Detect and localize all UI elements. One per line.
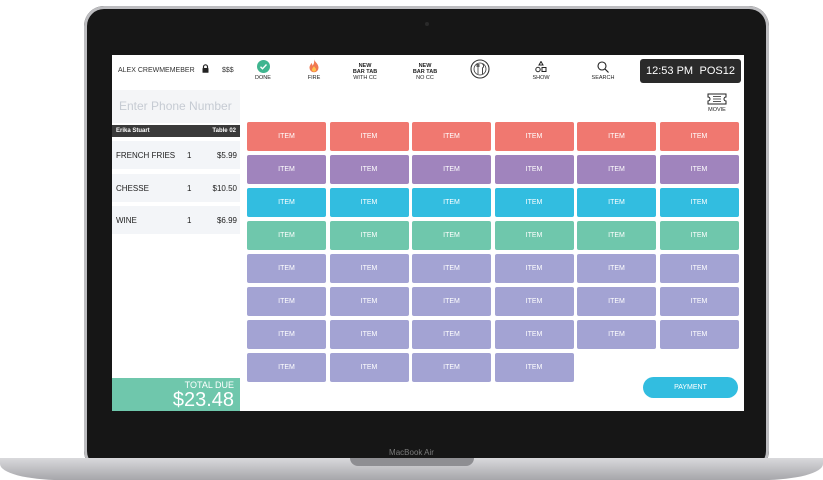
menu-item-button[interactable]: ITEM [494,188,574,217]
check-circle-icon [256,60,270,73]
menu-item-button[interactable]: ITEM [577,155,656,184]
phone-input[interactable]: Enter Phone Number [112,90,240,123]
item-price: $6.99 [216,216,237,225]
item-qty: 1 [187,151,192,160]
menu-item-button[interactable]: ITEM [329,155,409,184]
menu-item-button[interactable]: ITEM [494,155,574,184]
menu-item-button[interactable]: ITEM [247,353,326,382]
menu-item-button[interactable]: ITEM [247,155,326,184]
shapes-icon [535,61,547,73]
movie-category-button[interactable]: MOVIE [700,93,734,113]
search-button[interactable]: SEARCH [578,59,628,81]
menu-item-button[interactable]: ITEM [577,320,656,349]
menu-item-button[interactable]: ITEM [247,254,326,283]
menu-item-button[interactable]: ITEM [412,320,491,349]
user-name: ALEX CREWMEMEBER [118,67,195,74]
menu-item-button[interactable]: ITEM [659,122,739,151]
fire-icon [309,59,319,73]
menu-item-button[interactable]: ITEM [329,353,409,382]
menu-item-button[interactable]: ITEM [577,287,656,316]
menu-item-button[interactable]: ITEM [494,287,574,316]
menu-item-button[interactable]: ITEM [329,254,409,283]
menu-item-button[interactable]: ITEM [247,320,326,349]
menu-item-button[interactable]: ITEM [577,254,656,283]
menu-item-button[interactable]: ITEM [659,254,739,283]
menu-item-button[interactable]: ITEM [412,254,491,283]
menu-item-button[interactable]: ITEM [412,188,491,217]
menu-item-button[interactable]: ITEM [412,122,491,151]
item-qty: 1 [187,184,192,193]
table-number: Table 02 [212,128,236,134]
camera-dot [425,22,429,26]
item-name: CHESSE [116,184,149,193]
item-price: $5.99 [216,151,237,160]
menu-item-button[interactable]: ITEM [247,188,326,217]
menu-item-button[interactable]: ITEM [659,320,739,349]
menu-item-button[interactable]: ITEM [412,287,491,316]
customer-name: Erika Stuart [116,128,150,134]
clock-time: 12:53 PM [646,65,694,77]
menu-item-button[interactable]: ITEM [577,188,656,217]
item-qty: 1 [187,216,192,225]
menu-item-button[interactable]: ITEM [659,221,739,250]
menu-item-button[interactable]: ITEM [659,287,739,316]
menu-item-button[interactable]: ITEM [494,320,574,349]
utensils-icon [470,59,490,79]
menu-item-button[interactable]: ITEM [659,155,739,184]
fire-button[interactable]: FIRE [289,59,339,81]
bar-tab-cc-line3: WITH CC [353,75,377,81]
menu-item-button[interactable]: ITEM [329,122,409,151]
show-label: SHOW [532,75,550,81]
item-name: WINE [116,216,137,225]
order-item[interactable]: WINE 1 $6.99 [112,206,240,234]
pos-screen: ALEX CREWMEMEBER $$$ DONE FIRE NEW BAR T… [112,55,744,411]
menu-item-button[interactable]: ITEM [247,122,326,151]
top-toolbar: ALEX CREWMEMEBER $$$ DONE FIRE NEW BAR T… [112,55,744,88]
menu-item-button[interactable]: ITEM [329,287,409,316]
payment-button[interactable]: PAYMENT [643,377,738,398]
menu-item-button[interactable]: ITEM [329,320,409,349]
order-item[interactable]: CHESSE 1 $10.50 [112,174,240,202]
brand-label: MacBook Air [389,448,434,457]
menu-item-button[interactable]: ITEM [329,221,409,250]
clock-panel: 12:53 PM POS12 [640,59,741,83]
show-button[interactable]: SHOW [516,59,566,81]
done-label: DONE [255,75,271,81]
fire-label: FIRE [307,75,321,81]
menu-item-button[interactable]: ITEM [329,188,409,217]
menu-item-button[interactable]: ITEM [412,155,491,184]
order-item[interactable]: FRENCH FRIES 1 $5.99 [112,141,240,169]
item-price: $10.50 [212,184,237,193]
total-due-amount: $23.48 [172,389,234,411]
menu-item-button[interactable]: ITEM [247,221,326,250]
menu-item-button[interactable]: ITEM [247,287,326,316]
new-bar-tab-no-cc-button[interactable]: NEW BAR TAB NO CC [400,63,450,81]
menu-item-button[interactable]: ITEM [577,122,656,151]
bar-tab-nocc-line3: NO CC [416,75,434,81]
ticket-icon [707,93,727,105]
menu-item-button[interactable]: ITEM [494,353,574,382]
new-bar-tab-cc-button[interactable]: NEW BAR TAB WITH CC [340,63,390,81]
menu-item-button[interactable]: ITEM [412,221,491,250]
order-header: Erika Stuart Table 02 [112,125,240,137]
menu-item-button[interactable]: ITEM [577,221,656,250]
search-label: SEARCH [591,75,615,81]
currency-label: $$$ [222,67,234,74]
item-name: FRENCH FRIES [116,151,176,160]
search-icon [597,61,609,73]
dining-button[interactable] [455,59,505,81]
menu-item-button[interactable]: ITEM [659,188,739,217]
menu-item-button[interactable]: ITEM [494,122,574,151]
menu-item-button[interactable]: ITEM [494,254,574,283]
done-button[interactable]: DONE [238,59,288,81]
lock-icon[interactable] [202,64,209,73]
total-due-panel: TOTAL DUE $23.48 [112,378,240,411]
terminal-id: POS12 [699,65,735,77]
movie-label: MOVIE [708,107,726,113]
menu-item-button[interactable]: ITEM [412,353,491,382]
laptop-notch [350,458,474,466]
menu-item-button[interactable]: ITEM [494,221,574,250]
